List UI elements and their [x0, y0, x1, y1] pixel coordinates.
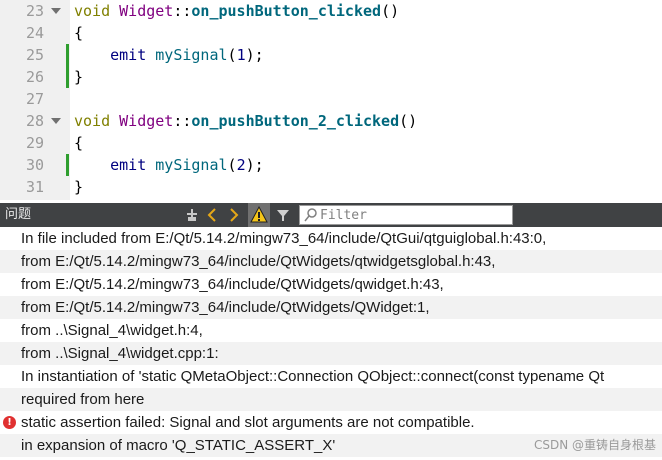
issue-row[interactable]: ! static assertion failed: Signal and slo… — [0, 411, 662, 434]
change-marker — [66, 44, 69, 66]
code-token: 1 — [236, 46, 246, 64]
code-token: on_pushButton_2_clicked — [191, 112, 400, 130]
code-token: mySignal — [155, 46, 228, 64]
filter-icon[interactable] — [274, 203, 292, 227]
prev-arrow-icon[interactable] — [204, 203, 220, 227]
issue-text: from ..\Signal_4\widget.h:4, — [21, 322, 203, 339]
code-token: { — [74, 24, 84, 42]
issue-text: from E:/Qt/5.14.2/mingw73_64/include/QtW… — [21, 299, 430, 316]
issues-panel-toolbar: 问题 — [0, 203, 662, 227]
code-line[interactable]: 24 { — [0, 22, 662, 44]
code-token: Widget — [119, 112, 174, 130]
issue-text: required from here — [21, 391, 145, 408]
issue-row[interactable]: from ..\Signal_4\widget.h:4, — [0, 319, 662, 342]
fold-arrow-icon[interactable] — [51, 8, 61, 14]
code-line[interactable]: 27 — [0, 88, 662, 110]
issues-panel-title: 问题 — [5, 207, 32, 222]
code-token: () — [399, 112, 418, 130]
line-number: 26 — [25, 68, 44, 86]
issue-row[interactable]: in expansion of macro 'Q_STATIC_ASSERT_X… — [0, 434, 662, 457]
code-text: void Widget::on_pushButton_clicked() — [74, 0, 399, 22]
code-line[interactable]: 26} — [0, 66, 662, 88]
code-line[interactable]: 30 emit mySignal(2); — [0, 154, 662, 176]
change-marker — [66, 154, 69, 176]
code-token: emit — [110, 156, 147, 174]
line-number: 25 — [25, 46, 44, 64]
code-token: :: — [173, 112, 192, 130]
error-icon: ! — [3, 416, 16, 429]
code-token: void — [74, 2, 111, 20]
code-token: :: — [173, 2, 192, 20]
line-number: 31 — [25, 178, 44, 196]
code-token: ); — [245, 156, 264, 174]
change-marker — [66, 66, 69, 88]
issue-text: from E:/Qt/5.14.2/mingw73_64/include/QtW… — [21, 253, 496, 270]
code-token: ); — [245, 46, 264, 64]
issues-list: In file included from E:/Qt/5.14.2/mingw… — [0, 227, 662, 460]
line-number: 29 — [25, 134, 44, 152]
issue-row[interactable]: from E:/Qt/5.14.2/mingw73_64/include/QtW… — [0, 296, 662, 319]
code-token: emit — [110, 46, 147, 64]
code-token: on_pushButton_clicked — [191, 2, 382, 20]
code-token: } — [74, 178, 84, 196]
code-line[interactable]: 25 emit mySignal(1); — [0, 44, 662, 66]
issue-row[interactable]: required from here — [0, 388, 662, 411]
watermark: CSDN @重铸自身根基 — [533, 438, 656, 452]
code-text: { — [74, 132, 83, 154]
line-number: 24 — [25, 24, 44, 42]
code-line[interactable]: 29 { — [0, 132, 662, 154]
code-token: { — [74, 134, 84, 152]
next-arrow-icon[interactable] — [226, 203, 242, 227]
code-token: void — [74, 112, 111, 130]
code-token: Widget — [119, 2, 174, 20]
code-line[interactable]: 23 void Widget::on_pushButton_clicked() — [0, 0, 662, 22]
search-icon — [304, 207, 318, 227]
warning-icon[interactable] — [248, 203, 270, 227]
code-text: } — [74, 66, 83, 88]
fold-arrow-icon[interactable] — [51, 118, 61, 124]
code-line[interactable]: 28 void Widget::on_pushButton_2_clicked() — [0, 110, 662, 132]
code-token: 2 — [236, 156, 246, 174]
line-number: 30 — [25, 156, 44, 174]
issue-row[interactable]: In file included from E:/Qt/5.14.2/mingw… — [0, 227, 662, 250]
issue-text: In file included from E:/Qt/5.14.2/mingw… — [21, 230, 547, 247]
line-number: 28 — [25, 112, 44, 130]
code-token: mySignal — [155, 156, 228, 174]
filter-field[interactable] — [299, 205, 513, 225]
code-text: { — [74, 22, 83, 44]
code-text: emit mySignal(1); — [74, 44, 264, 66]
line-number: 23 — [25, 2, 44, 20]
filter-input[interactable] — [320, 206, 510, 224]
issue-text: In instantiation of 'static QMetaObject:… — [21, 368, 605, 385]
issue-row[interactable]: In instantiation of 'static QMetaObject:… — [0, 365, 662, 388]
issue-text: in expansion of macro 'Q_STATIC_ASSERT_X… — [21, 437, 336, 454]
issue-text: from ..\Signal_4\widget.cpp:1: — [21, 345, 219, 362]
build-steps-icon[interactable] — [182, 203, 202, 227]
issue-row[interactable]: from E:/Qt/5.14.2/mingw73_64/include/QtW… — [0, 273, 662, 296]
issue-text: static assertion failed: Signal and slot… — [21, 414, 475, 431]
issue-row[interactable]: from ..\Signal_4\widget.cpp:1: — [0, 342, 662, 365]
code-text: } — [74, 176, 83, 198]
code-line[interactable]: 31} — [0, 176, 662, 198]
issue-text: from E:/Qt/5.14.2/mingw73_64/include/QtW… — [21, 276, 444, 293]
code-text: emit mySignal(2); — [74, 154, 264, 176]
code-token: ( — [227, 156, 237, 174]
code-text: void Widget::on_pushButton_2_clicked() — [74, 110, 417, 132]
code-token: } — [74, 68, 84, 86]
issue-row[interactable]: from E:/Qt/5.14.2/mingw73_64/include/QtW… — [0, 250, 662, 273]
code-token: ( — [227, 46, 237, 64]
line-number: 27 — [25, 90, 44, 108]
code-token: () — [381, 2, 400, 20]
code-editor[interactable]: 23 void Widget::on_pushButton_clicked() 24… — [0, 0, 662, 200]
